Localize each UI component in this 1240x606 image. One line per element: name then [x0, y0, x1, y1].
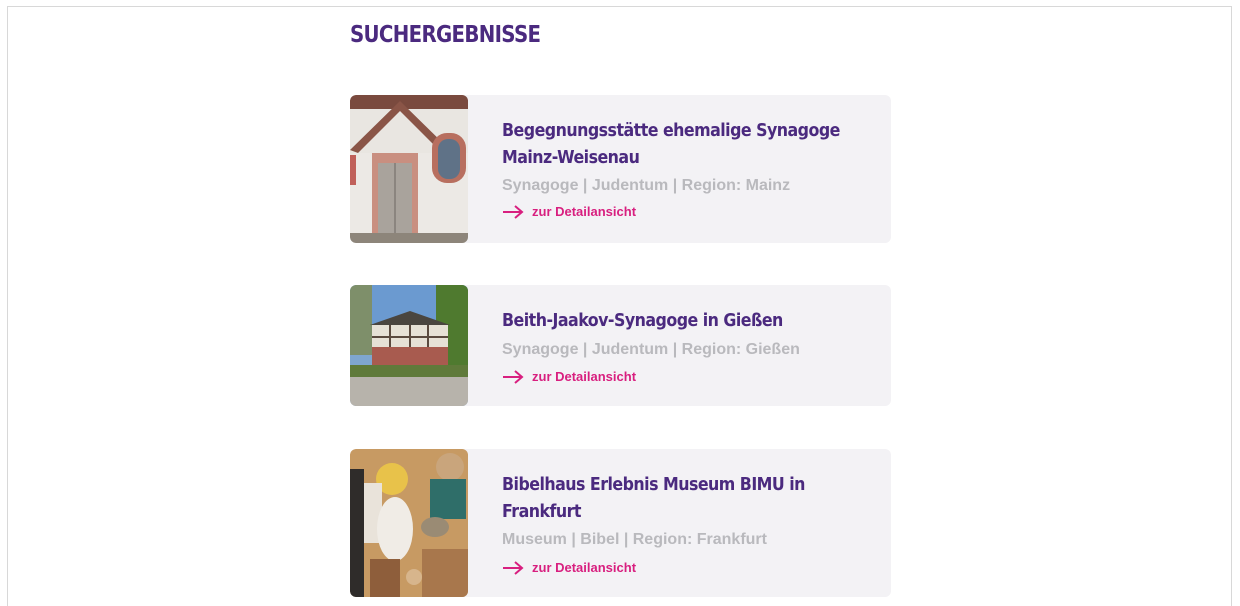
- result-meta: Synagoge | Judentum | Region: Gießen: [502, 341, 800, 358]
- detail-link[interactable]: zur Detailansicht: [502, 369, 636, 384]
- museum-children-image: [350, 449, 468, 597]
- result-title[interactable]: Bibelhaus Erlebnis Museum BIMU in Frankfu…: [502, 471, 872, 525]
- result-title[interactable]: Begegnungsstätte ehemalige Synagoge Mainz…: [502, 117, 872, 171]
- result-title[interactable]: Beith-Jaakov-Synagoge in Gießen: [502, 307, 872, 334]
- synagogue-facade-image: [350, 95, 468, 243]
- result-image[interactable]: [350, 95, 468, 243]
- arrow-right-icon: [503, 369, 524, 384]
- result-card[interactable]: Begegnungsstätte ehemalige Synagoge Mainz…: [350, 95, 891, 243]
- detail-link[interactable]: zur Detailansicht: [502, 204, 636, 219]
- detail-link-label: zur Detailansicht: [532, 560, 637, 575]
- arrow-right-icon: [503, 204, 524, 219]
- arrow-right-icon: [503, 560, 524, 575]
- result-image[interactable]: [350, 285, 468, 406]
- detail-link-label: zur Detailansicht: [532, 204, 637, 219]
- detail-link[interactable]: zur Detailansicht: [502, 560, 636, 575]
- result-card[interactable]: Beith-Jaakov-Synagoge in Gießen Synagoge…: [350, 285, 891, 406]
- page-title: SUCHERGEBNISSE: [350, 22, 541, 48]
- result-meta: Synagoge | Judentum | Region: Mainz: [502, 177, 791, 194]
- result-meta: Museum | Bibel | Region: Frankfurt: [502, 531, 767, 548]
- result-card[interactable]: Bibelhaus Erlebnis Museum BIMU in Frankfu…: [350, 449, 891, 597]
- result-image[interactable]: [350, 449, 468, 597]
- half-timbered-synagogue-image: [350, 285, 468, 406]
- detail-link-label: zur Detailansicht: [532, 369, 637, 384]
